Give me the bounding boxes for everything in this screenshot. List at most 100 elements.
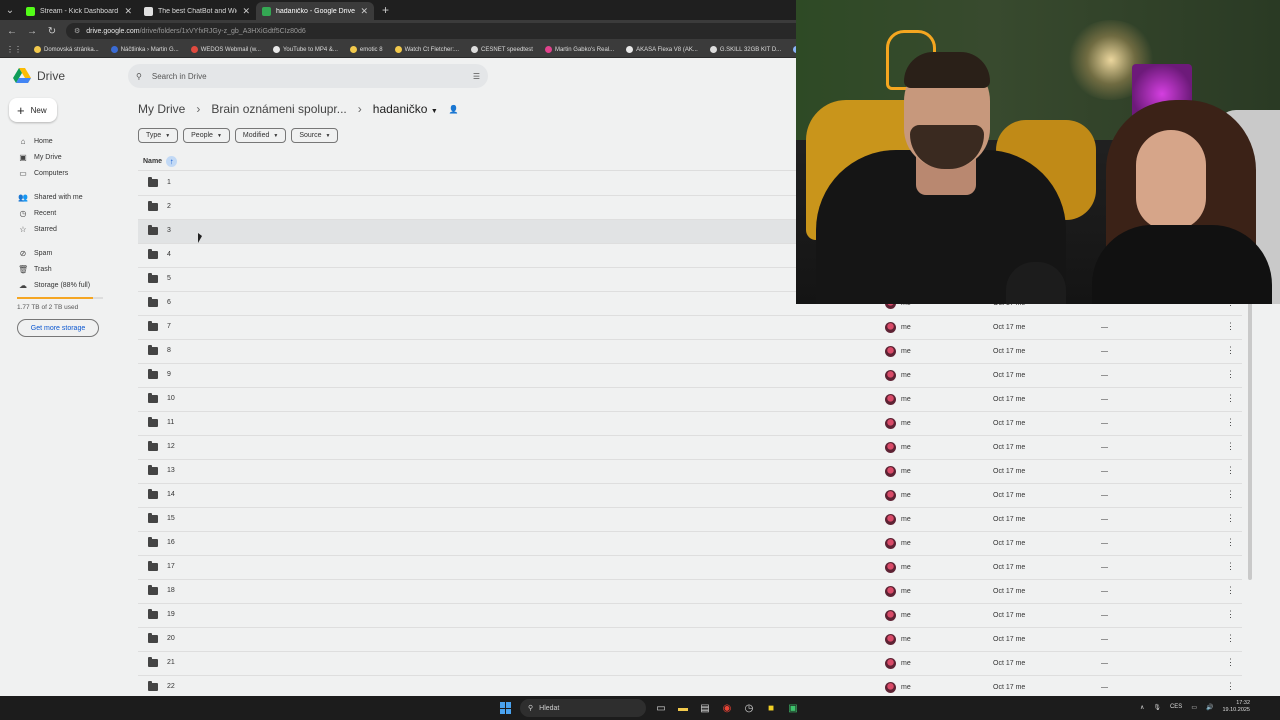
table-row[interactable]: 7 me Oct 17 me — ⋮: [138, 316, 1242, 340]
filter-source[interactable]: Source ▼: [291, 128, 339, 143]
bookmark-item[interactable]: Watch Ct Fletcher:...: [394, 46, 459, 53]
browser-tab[interactable]: The best ChatBot and Widgets ✕: [138, 2, 256, 20]
file-name[interactable]: 6: [167, 299, 171, 306]
table-row[interactable]: 12 me Oct 17 me — ⋮: [138, 436, 1242, 460]
bookmark-item[interactable]: Martin Gabko's Real...: [544, 46, 614, 53]
table-row[interactable]: 21 me Oct 17 me — ⋮: [138, 652, 1242, 676]
more-options-icon[interactable]: ⋮: [1226, 633, 1235, 644]
bookmark-item[interactable]: G.SKILL 32GB KIT D...: [709, 46, 781, 53]
sidebar-item-people[interactable]: 👥 Shared with me: [0, 190, 128, 204]
close-icon[interactable]: ✕: [242, 6, 250, 17]
get-more-storage-button[interactable]: Get more storage: [17, 319, 99, 337]
file-name[interactable]: 2: [167, 203, 171, 210]
site-info-icon[interactable]: ⚙: [74, 27, 80, 35]
file-name[interactable]: 1: [167, 179, 171, 186]
table-row[interactable]: 18 me Oct 17 me — ⋮: [138, 580, 1242, 604]
tab-search-icon[interactable]: ⌄: [0, 0, 20, 20]
sidebar-item-trash[interactable]: 🗑 Trash: [0, 262, 128, 276]
file-name[interactable]: 9: [167, 371, 171, 378]
table-row[interactable]: 15 me Oct 17 me — ⋮: [138, 508, 1242, 532]
task-view-icon[interactable]: ▭: [654, 701, 668, 715]
speaker-icon[interactable]: 🔊: [1206, 704, 1213, 711]
new-tab-button[interactable]: +: [374, 0, 397, 20]
table-row[interactable]: 9 me Oct 17 me — ⋮: [138, 364, 1242, 388]
file-name[interactable]: 8: [167, 347, 171, 354]
more-options-icon[interactable]: ⋮: [1226, 465, 1235, 476]
browser-tab[interactable]: Stream - Kick Dashboard ✕: [20, 2, 138, 20]
file-name[interactable]: 5: [167, 275, 171, 282]
more-options-icon[interactable]: ⋮: [1226, 321, 1235, 332]
sticky-notes-icon[interactable]: ■: [764, 701, 778, 715]
file-name[interactable]: 11: [167, 419, 174, 426]
shared-folder-icon[interactable]: 👤: [449, 105, 459, 114]
file-name[interactable]: 19: [167, 611, 175, 618]
table-row[interactable]: 13 me Oct 17 me — ⋮: [138, 460, 1242, 484]
bookmark-item[interactable]: WEDOS Webmail (w...: [190, 46, 261, 53]
bookmark-item[interactable]: Domovská stránka...: [34, 46, 99, 53]
file-name[interactable]: 13: [167, 467, 175, 474]
bookmark-item[interactable]: YouTube to MP4 &...: [272, 46, 338, 53]
sidebar-item-home[interactable]: ⌂ Home: [0, 134, 128, 148]
taskbar-search[interactable]: ⚲ Hledat: [520, 699, 646, 717]
file-name[interactable]: 15: [167, 515, 175, 522]
more-options-icon[interactable]: ⋮: [1226, 441, 1235, 452]
more-options-icon[interactable]: ⋮: [1226, 681, 1235, 692]
search-bar[interactable]: ⚲ Search in Drive ☰: [128, 64, 488, 88]
file-name[interactable]: 16: [167, 539, 175, 546]
language-indicator[interactable]: CES: [1170, 704, 1182, 710]
store-icon[interactable]: ▤: [698, 701, 712, 715]
sidebar-item-clock[interactable]: ◷ Recent: [0, 206, 128, 220]
breadcrumb-current[interactable]: hadaničko ▼: [373, 102, 438, 116]
reload-icon[interactable]: ↻: [46, 26, 58, 37]
table-row[interactable]: 19 me Oct 17 me — ⋮: [138, 604, 1242, 628]
more-options-icon[interactable]: ⋮: [1226, 657, 1235, 668]
breadcrumb-parent[interactable]: Brain oznámeni spolupr...: [211, 102, 346, 116]
more-options-icon[interactable]: ⋮: [1226, 393, 1235, 404]
drive-logo[interactable]: Drive: [13, 68, 128, 84]
more-options-icon[interactable]: ⋮: [1226, 537, 1235, 548]
sort-arrow-up-icon[interactable]: ↑: [166, 155, 178, 167]
sidebar-item-computer[interactable]: ▭ Computers: [0, 166, 128, 180]
table-row[interactable]: 8 me Oct 17 me — ⋮: [138, 340, 1242, 364]
table-row[interactable]: 17 me Oct 17 me — ⋮: [138, 556, 1242, 580]
more-options-icon[interactable]: ⋮: [1226, 345, 1235, 356]
search-options-icon[interactable]: ☰: [473, 72, 480, 81]
forward-icon[interactable]: →: [26, 26, 38, 37]
bookmark-item[interactable]: emotic 8: [349, 46, 383, 53]
start-icon[interactable]: [500, 702, 512, 714]
terminal-icon[interactable]: ▣: [786, 701, 800, 715]
more-options-icon[interactable]: ⋮: [1226, 369, 1235, 380]
bookmark-item[interactable]: AKASA Flexa V8 (AK...: [626, 46, 698, 53]
breadcrumb-my-drive[interactable]: My Drive: [138, 102, 185, 116]
close-icon[interactable]: ✕: [124, 6, 132, 17]
chevron-up-icon[interactable]: ∧: [1140, 704, 1144, 711]
bookmark-item[interactable]: Náčtlinka › Martin G...: [110, 46, 179, 53]
sidebar-item-star[interactable]: ☆ Starred: [0, 222, 128, 236]
file-name[interactable]: 10: [167, 395, 175, 402]
clock[interactable]: 17:32 19.10.2025: [1222, 700, 1250, 714]
more-options-icon[interactable]: ⋮: [1226, 561, 1235, 572]
sidebar-item-drive[interactable]: ▣ My Drive: [0, 150, 128, 164]
sidebar-item-spam[interactable]: ⊘ Spam: [0, 246, 128, 260]
table-row[interactable]: 20 me Oct 17 me — ⋮: [138, 628, 1242, 652]
column-name-header[interactable]: Name: [143, 158, 162, 165]
file-name[interactable]: 22: [167, 683, 175, 690]
file-name[interactable]: 18: [167, 587, 175, 594]
table-row[interactable]: 16 me Oct 17 me — ⋮: [138, 532, 1242, 556]
file-name[interactable]: 17: [167, 563, 175, 570]
file-name[interactable]: 21: [167, 659, 175, 666]
new-button[interactable]: + New: [9, 98, 57, 122]
close-icon[interactable]: ✕: [360, 6, 368, 17]
network-icon[interactable]: ▭: [1191, 704, 1197, 711]
apps-icon[interactable]: ⋮⋮: [6, 45, 22, 54]
file-name[interactable]: 7: [167, 323, 171, 330]
file-name[interactable]: 12: [167, 443, 175, 450]
sidebar-item-cloud[interactable]: ☁ Storage (88% full): [0, 278, 128, 292]
more-options-icon[interactable]: ⋮: [1226, 417, 1235, 428]
more-options-icon[interactable]: ⋮: [1226, 513, 1235, 524]
filter-modified[interactable]: Modified ▼: [234, 128, 287, 143]
file-name[interactable]: 4: [167, 251, 171, 258]
table-row[interactable]: 10 me Oct 17 me — ⋮: [138, 388, 1242, 412]
more-options-icon[interactable]: ⋮: [1226, 489, 1235, 500]
bookmark-item[interactable]: CESNET speedtest: [471, 46, 533, 53]
